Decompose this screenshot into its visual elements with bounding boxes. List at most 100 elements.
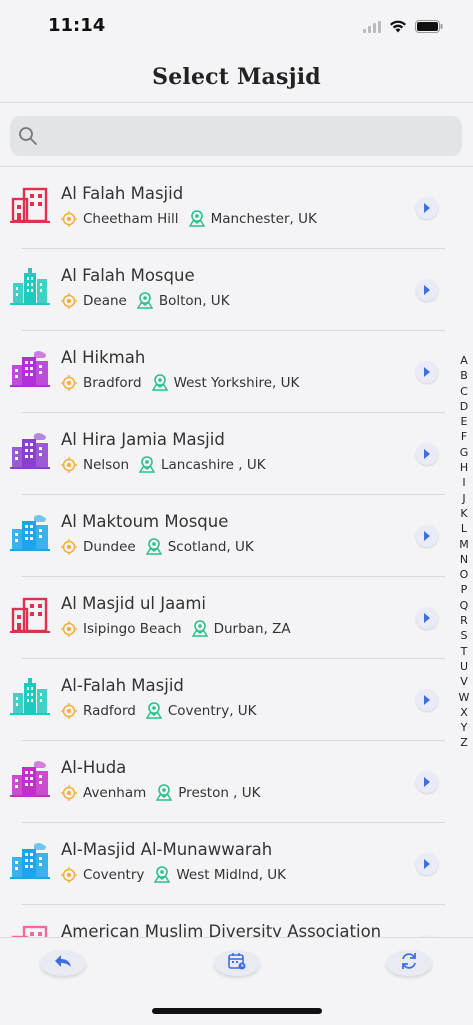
refresh-icon [399, 951, 419, 975]
list-item[interactable]: Al-Huda Avenham Preston , UK [0, 741, 473, 823]
masjid-city: West Yorkshire, UK [173, 374, 300, 391]
masjid-city: Durban, ZA [213, 620, 291, 637]
tower-icon [10, 267, 50, 307]
chevron-right-icon[interactable] [416, 525, 438, 547]
chevron-right-icon[interactable] [416, 443, 438, 465]
calendar-button[interactable] [214, 950, 260, 976]
masjid-location: Avenham Preston , UK [61, 784, 261, 801]
chevron-right-icon[interactable] [416, 607, 438, 629]
search-bar[interactable] [10, 116, 462, 158]
masjid-area: Dundee [83, 538, 136, 555]
refresh-button[interactable] [386, 950, 432, 976]
masjid-location: Isipingo Beach Durban, ZA [61, 620, 291, 637]
index-letter[interactable]: I [462, 475, 465, 490]
alphabet-index[interactable]: ABCDEFGHIJKLMNOPQRSTUVWXYZ [456, 353, 472, 751]
chevron-right-icon[interactable] [416, 771, 438, 793]
index-letter[interactable]: H [460, 460, 468, 475]
masjid-area: Radford [83, 702, 136, 719]
chevron-right-icon[interactable] [416, 853, 438, 875]
masjid-area: Bradford [83, 374, 142, 391]
index-letter[interactable]: Z [460, 735, 468, 750]
page-title: Select Masjid [152, 64, 321, 90]
chevron-right-icon[interactable] [416, 689, 438, 711]
index-letter[interactable]: N [460, 552, 468, 567]
masjid-name: Al Falah Mosque [61, 266, 195, 285]
masjid-location: Nelson Lancashire , UK [61, 456, 266, 473]
location-icon [61, 702, 77, 719]
masjid-city: Scotland, UK [167, 538, 254, 555]
list-item[interactable]: Al Falah Masjid Cheetham Hill Manchester, … [0, 167, 473, 249]
location-icon [61, 456, 77, 473]
masjid-city: Preston , UK [178, 784, 261, 801]
masjid-area: Avenham [83, 784, 147, 801]
list-item[interactable]: Al-Falah Masjid Radford Coventry, UK [0, 659, 473, 741]
index-letter[interactable]: M [459, 537, 469, 552]
masjid-name: Al-Falah Masjid [61, 676, 184, 695]
index-letter[interactable]: K [460, 506, 467, 521]
map-pin-icon [156, 784, 173, 801]
index-letter[interactable]: R [460, 613, 468, 628]
map-pin-icon [151, 374, 168, 391]
index-letter[interactable]: C [460, 384, 468, 399]
index-letter[interactable]: V [460, 674, 468, 689]
building-icon [10, 185, 50, 225]
index-letter[interactable]: L [461, 521, 467, 536]
city-icon [10, 431, 50, 471]
index-letter[interactable]: T [461, 644, 468, 659]
masjid-city: Bolton, UK [158, 292, 230, 309]
masjid-list[interactable]: Al Falah Masjid Cheetham Hill Manchester, … [0, 167, 473, 937]
index-letter[interactable]: D [460, 399, 468, 414]
index-letter[interactable]: F [461, 429, 467, 444]
index-letter[interactable]: U [460, 659, 468, 674]
chevron-right-icon[interactable] [416, 279, 438, 301]
list-item[interactable]: Al Masjid ul Jaami Isipingo Beach Durban, … [0, 577, 473, 659]
status-time: 11:14 [48, 15, 106, 36]
list-item[interactable]: American Muslim Diversity Association [0, 905, 473, 937]
index-letter[interactable]: P [461, 582, 468, 597]
masjid-area: Deane [83, 292, 127, 309]
city-icon [10, 513, 50, 553]
map-pin-icon [136, 292, 153, 309]
back-button[interactable] [40, 950, 86, 976]
masjid-location: Cheetham Hill Manchester, UK [61, 210, 317, 227]
list-item[interactable]: Al-Masjid Al-Munawwarah Coventry West Midl… [0, 823, 473, 905]
masjid-city: Lancashire , UK [161, 456, 266, 473]
index-letter[interactable]: B [460, 368, 468, 383]
index-letter[interactable]: S [461, 628, 468, 643]
index-letter[interactable]: E [461, 414, 468, 429]
masjid-area: Nelson [83, 456, 130, 473]
index-letter[interactable]: J [462, 491, 465, 506]
masjid-area: Coventry [83, 866, 145, 883]
wifi-icon [389, 18, 407, 37]
chevron-right-icon[interactable] [416, 361, 438, 383]
index-letter[interactable]: Y [461, 720, 468, 735]
masjid-name: Al Falah Masjid [61, 184, 184, 203]
search-input[interactable] [50, 116, 454, 158]
masjid-name: American Muslim Diversity Association [61, 922, 382, 937]
masjid-name: Al Hira Jamia Masjid [61, 430, 225, 449]
location-icon [61, 866, 77, 883]
index-letter[interactable]: O [460, 567, 469, 582]
city-icon [10, 759, 50, 799]
masjid-area: Isipingo Beach [83, 620, 182, 637]
list-item[interactable]: Al Maktoum Mosque Dundee Scotland, UK [0, 495, 473, 577]
list-item[interactable]: Al Hira Jamia Masjid Nelson Lancashire , U… [0, 413, 473, 495]
masjid-city: West Midlnd, UK [176, 866, 287, 883]
map-pin-icon [145, 702, 162, 719]
back-icon [53, 953, 73, 973]
list-item[interactable]: Al Falah Mosque Deane Bolton, UK [0, 249, 473, 331]
masjid-location: Radford Coventry, UK [61, 702, 257, 719]
index-letter[interactable]: G [460, 445, 469, 460]
list-item[interactable]: Al Hikmah Bradford West Yorkshire, UK [0, 331, 473, 413]
masjid-name: Al Masjid ul Jaami [61, 594, 206, 613]
index-letter[interactable]: X [460, 705, 468, 720]
index-letter[interactable]: Q [460, 598, 469, 613]
battery-icon [415, 18, 443, 37]
location-icon [61, 538, 77, 555]
chevron-right-icon[interactable] [416, 197, 438, 219]
index-letter[interactable]: W [459, 690, 470, 705]
masjid-city: Coventry, UK [167, 702, 257, 719]
index-letter[interactable]: A [460, 353, 468, 368]
location-icon [61, 620, 77, 637]
map-pin-icon [145, 538, 162, 555]
